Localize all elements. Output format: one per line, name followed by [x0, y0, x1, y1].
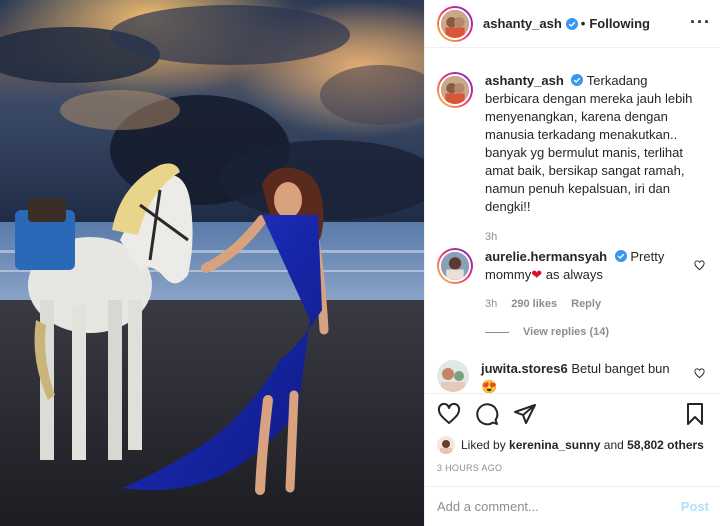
avatar-image — [437, 360, 469, 392]
avatar-image — [441, 9, 469, 38]
post-timestamp[interactable]: 3 HOURS AGO — [437, 463, 502, 473]
post-comment-button[interactable]: Post — [681, 499, 709, 514]
share-icon[interactable] — [513, 402, 537, 426]
commenter-avatar[interactable] — [437, 248, 473, 284]
commenter-username[interactable]: aurelie.hermansyah — [485, 249, 607, 264]
heart-eyes-emoji: 😍 — [481, 379, 498, 393]
caption-meta: 3h — [485, 228, 697, 246]
comment-like-heart-icon[interactable] — [694, 260, 705, 271]
more-options-icon[interactable]: ··· — [690, 13, 711, 31]
add-comment-bar: Post — [425, 486, 720, 526]
instagram-post: ashanty_ash • Following ··· ashanty_ash … — [0, 0, 720, 526]
header-separator: • — [580, 16, 586, 31]
comments-list: ashanty_ash Terkadang berbicara dengan m… — [425, 58, 720, 393]
post-side-panel: ashanty_ash • Following ··· ashanty_ash … — [424, 0, 720, 526]
heart-icon[interactable] — [437, 402, 461, 426]
likes-others-count[interactable]: 58,802 others — [627, 438, 704, 452]
likes-summary: Liked by kerenina_sunny and 58,802 other… — [437, 436, 704, 454]
post-actions: Liked by kerenina_sunny and 58,802 other… — [425, 393, 720, 485]
reply-button[interactable]: Reply — [571, 295, 601, 313]
comment-icon[interactable] — [475, 402, 499, 426]
comment-time[interactable]: 3h — [485, 295, 497, 313]
comment-meta: 3h 290 likes Reply — [485, 295, 685, 313]
caption-body: ashanty_ash Terkadang berbicara dengan m… — [485, 72, 697, 246]
commenter-avatar[interactable] — [437, 360, 469, 392]
view-replies-button[interactable]: View replies (14) — [485, 326, 609, 338]
liker-username[interactable]: kerenina_sunny — [509, 438, 600, 452]
caption-time[interactable]: 3h — [485, 228, 497, 246]
comment-item: juwita.stores6 Betul banget bun 😍 — [437, 360, 707, 393]
comment-likes[interactable]: 290 likes — [511, 295, 557, 313]
following-button[interactable]: Following — [589, 16, 650, 31]
caption-text: Terkadang berbicara dengan mereka jauh l… — [485, 73, 693, 214]
verified-badge-icon — [565, 17, 578, 30]
horse-woman-beach-photo — [0, 0, 424, 526]
verified-badge-icon — [614, 250, 627, 262]
caption-username[interactable]: ashanty_ash — [485, 73, 564, 88]
comment-like-heart-icon[interactable] — [694, 368, 705, 379]
view-replies-label: View replies (14) — [523, 326, 610, 338]
comment-body: aurelie.hermansyah Pretty mommy❤ as alwa… — [485, 248, 685, 313]
commenter-username[interactable]: juwita.stores6 — [481, 361, 568, 376]
likes-connector: and — [603, 438, 624, 452]
author-avatar[interactable] — [437, 5, 473, 42]
comment-input[interactable] — [437, 499, 681, 514]
liked-by-label: Liked by — [461, 438, 506, 452]
liker-avatar[interactable] — [437, 436, 455, 454]
bookmark-icon — [687, 403, 703, 425]
author-username[interactable]: ashanty_ash — [483, 16, 562, 31]
comment-body: juwita.stores6 Betul banget bun 😍 — [481, 360, 681, 393]
replies-divider — [485, 331, 509, 333]
comment-item: aurelie.hermansyah Pretty mommy❤ as alwa… — [437, 248, 707, 313]
post-header: ashanty_ash • Following ··· — [425, 0, 720, 48]
avatar-image — [437, 436, 455, 454]
comment-text-end: as always — [545, 267, 603, 282]
caption-avatar[interactable] — [437, 72, 473, 108]
bookmark-button[interactable] — [683, 402, 707, 426]
comment-text: Betul banget bun — [571, 361, 670, 376]
action-icons — [437, 402, 537, 426]
verified-badge-icon — [571, 74, 584, 86]
red-heart-emoji: ❤ — [531, 267, 543, 282]
avatar-image — [441, 76, 469, 104]
caption: ashanty_ash Terkadang berbicara dengan m… — [437, 72, 707, 246]
post-photo[interactable] — [0, 0, 424, 526]
avatar-image — [441, 252, 469, 280]
